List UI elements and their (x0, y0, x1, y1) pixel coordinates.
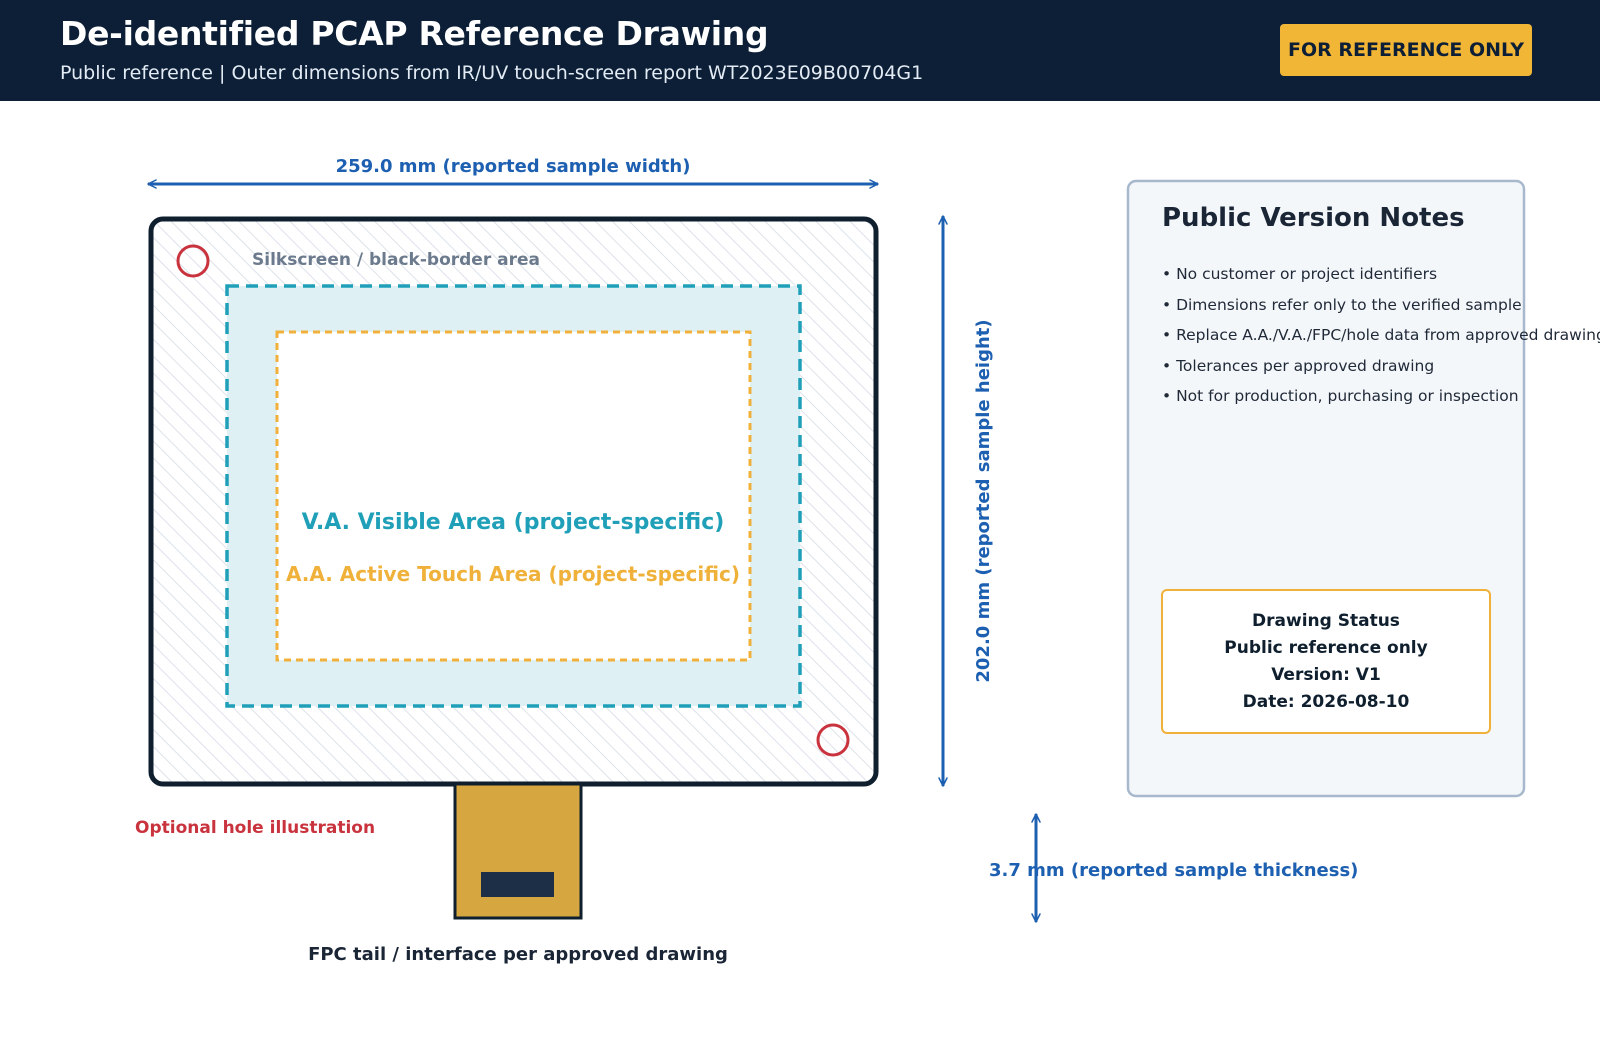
note-item: • Replace A.A./V.A./FPC/hole data from a… (1162, 326, 1600, 345)
drawing-status-box: Drawing Status Public reference only Ver… (1161, 589, 1491, 734)
thickness-dimension-label: 3.7 mm (reported sample thickness) (989, 860, 1358, 881)
note-item: • Tolerances per approved drawing (1162, 356, 1435, 375)
notes-list: • No customer or project identifiers • D… (1162, 264, 1600, 417)
silkscreen-label: Silkscreen / black-border area (252, 250, 540, 270)
active-touch-area (275, 330, 752, 662)
active-area-label: A.A. Active Touch Area (project-specific… (286, 562, 740, 586)
status-line-public: Public reference only (1224, 637, 1428, 658)
fpc-label: FPC tail / interface per approved drawin… (308, 944, 728, 965)
width-dimension-label: 259.0 mm (reported sample width) (336, 156, 691, 177)
notes-title: Public Version Notes (1162, 203, 1465, 233)
height-dimension-label: 202.0 mm (reported sample height) (973, 319, 994, 682)
status-heading: Drawing Status (1252, 610, 1400, 631)
note-item: • Not for production, purchasing or insp… (1162, 387, 1519, 406)
hole-illustration-label: Optional hole illustration (135, 818, 375, 838)
reference-drawing: 259.0 mm (reported sample width) Silkscr… (135, 156, 1526, 965)
note-item: • Dimensions refer only to the verified … (1162, 295, 1522, 314)
status-line-version: Version: V1 (1271, 664, 1381, 685)
fpc-connector (481, 872, 554, 897)
fpc-tail (453, 782, 583, 920)
visible-area-label: V.A. Visible Area (project-specific) (302, 510, 725, 535)
note-item: • No customer or project identifiers (1162, 265, 1438, 283)
status-line-date: Date: 2026-08-10 (1242, 691, 1410, 712)
